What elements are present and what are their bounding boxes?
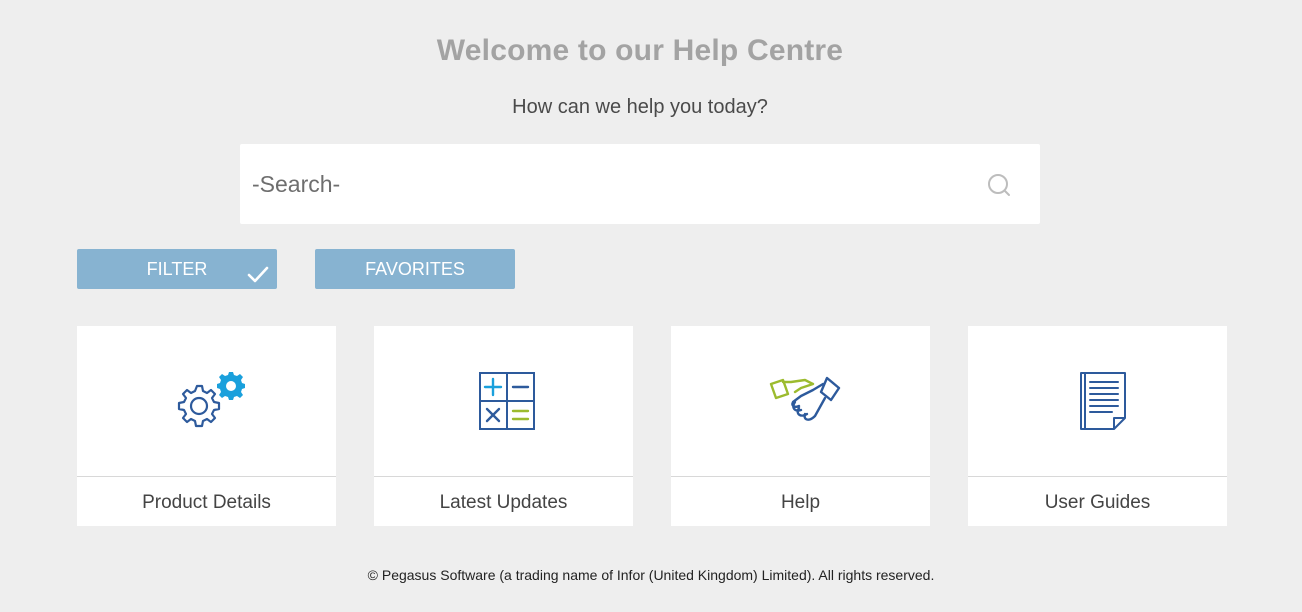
card-icon-area [968,326,1227,476]
card-help[interactable]: Help [671,326,930,526]
card-user-guides[interactable]: User Guides [968,326,1227,526]
gears-icon [177,372,245,428]
card-latest-updates[interactable]: Latest Updates [374,326,633,526]
card-divider [374,476,633,477]
document-icon [1080,372,1126,430]
card-icon-area [77,326,336,476]
search-input[interactable] [240,144,960,224]
filter-button-label: FILTER [146,259,208,279]
search-box [240,144,1040,224]
check-icon [247,259,269,283]
search-icon[interactable] [986,172,1012,198]
filter-button[interactable]: FILTER [77,249,277,289]
favorites-button[interactable]: FAVORITES [315,249,515,289]
card-product-details[interactable]: Product Details [77,326,336,526]
page-subtitle: How can we help you today? [512,96,768,118]
page-title: Welcome to our Help Centre [436,34,844,67]
card-label: Help [780,492,821,513]
card-icon-area [374,326,633,476]
card-label: Product Details [142,492,271,513]
card-label: Latest Updates [439,492,568,513]
card-icon-area [671,326,930,476]
favorites-button-label: FAVORITES [365,259,465,279]
handshake-icon [769,376,841,421]
card-label: User Guides [1044,492,1151,513]
card-divider [671,476,930,477]
footer-copyright: © Pegasus Software (a trading name of In… [367,567,935,583]
card-divider [968,476,1227,477]
calculator-icon [479,372,535,430]
card-divider [77,476,336,477]
